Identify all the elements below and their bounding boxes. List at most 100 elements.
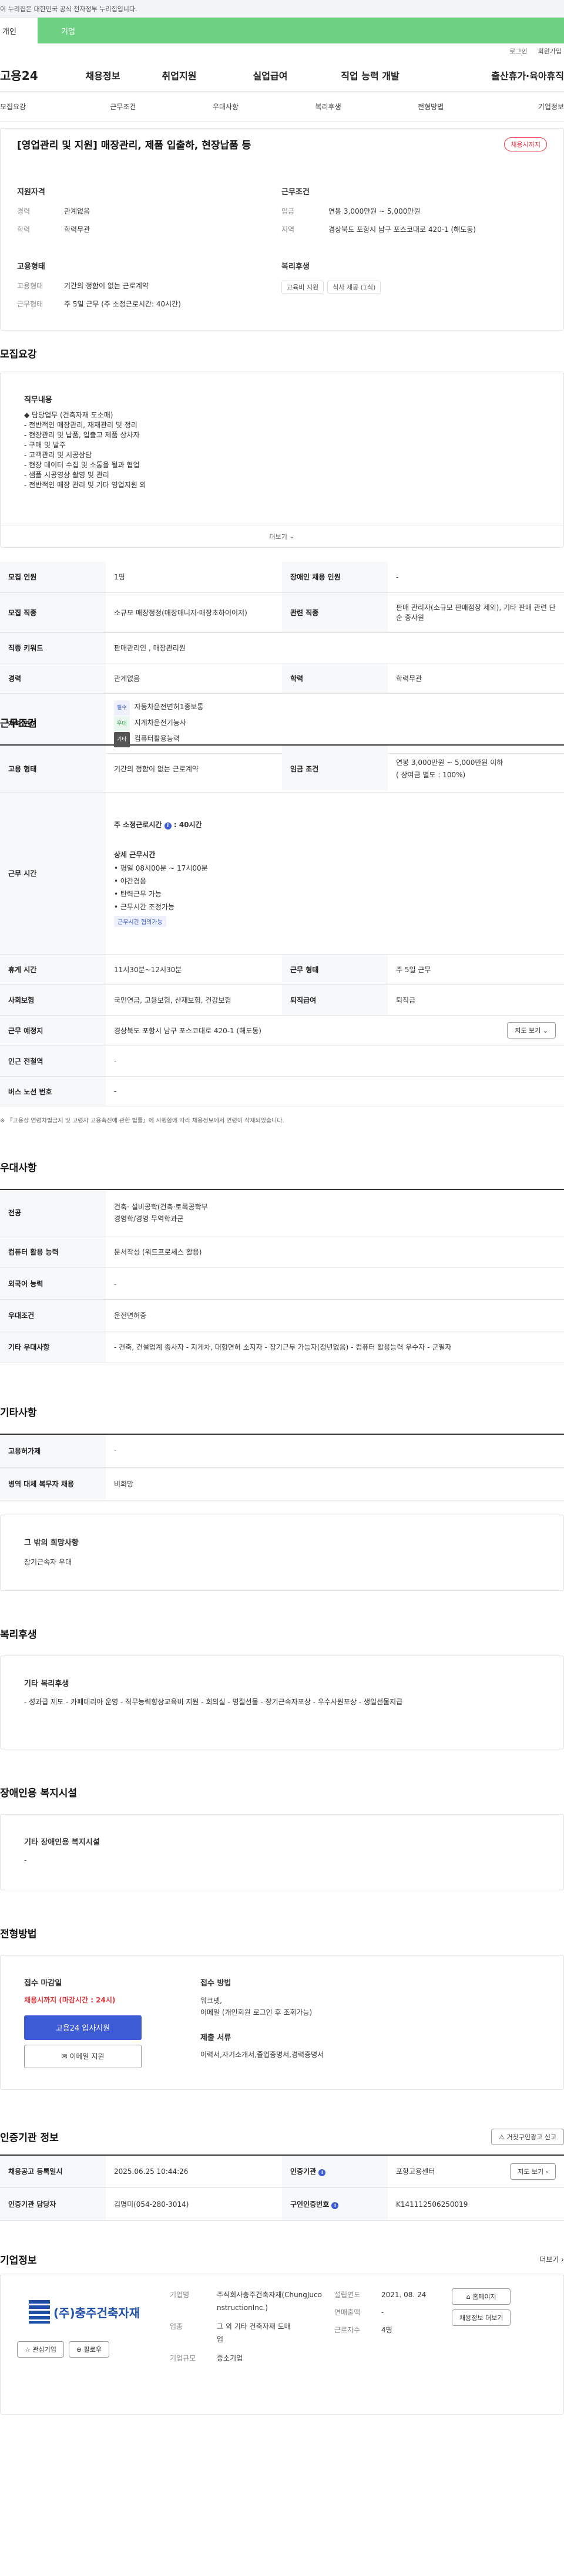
info-icon[interactable]: i — [331, 2202, 339, 2209]
td: 국민연금, 고용보험, 산재보험, 건강보험 — [106, 984, 282, 1016]
duty-line: ◆ 담당업무 (건축자재 도소매) — [24, 411, 113, 419]
est-label: 설립연도 — [334, 2291, 361, 2299]
td: 2025.06.25 10:44:26 — [106, 2154, 282, 2188]
welfare-title: 복리후생 — [281, 262, 310, 271]
detail-item: • 근무시간 조정가능 — [114, 902, 175, 911]
lnb-process[interactable]: 전형방법 — [380, 102, 482, 112]
fav-company-button[interactable]: ☆ 관심기업 — [17, 2341, 64, 2358]
gnb-employment-support[interactable]: 취업지원 — [135, 68, 223, 82]
cert-title: 인증기관 정보 — [0, 2132, 59, 2144]
apply-button[interactable]: 고용24 입사지원 — [24, 2015, 142, 2040]
duty-line: - 전반적인 매장 관리 및 기타 영업지원 외 — [24, 481, 146, 489]
detail-item: • 평일 08시00분 ~ 17시00분 — [114, 864, 208, 872]
detail-tag: 근무시간 협의가능 — [114, 915, 166, 927]
login-link[interactable]: 로그인 — [509, 46, 527, 56]
td: 학력무관 — [388, 663, 564, 694]
td: 비희망 — [106, 1467, 564, 1501]
company-more-label: 더보기 — [539, 2255, 559, 2264]
th: 임금 조건 — [282, 745, 388, 793]
map-button[interactable]: 지도 보기 ⌄ — [507, 1022, 556, 1039]
work-title: 근무조건 — [0, 718, 37, 730]
duty-title: 직무내용 — [24, 396, 52, 404]
proc-section: 전형방법 접수 마감일 채용시까지 (마감시간 : 24시) 고용24 입사지원… — [0, 1914, 564, 2090]
license-name: 자동차운전면허1종보통 — [134, 702, 204, 711]
company-sales: - — [381, 2308, 384, 2317]
status-badge: 채용시까지 — [504, 137, 547, 151]
td: 소규모 매장정정(매장매니저·매장초하어이저) — [106, 592, 282, 633]
license-name: 컴퓨터활용능력 — [134, 734, 180, 743]
wage-label: 임금 — [281, 207, 295, 215]
lnb-welfare[interactable]: 복리후생 — [277, 102, 380, 112]
td: 기간의 정함이 없는 근로계약 — [106, 745, 282, 793]
proc-title: 전형방법 — [0, 1928, 37, 1940]
company-more-link[interactable]: 더보기 › — [539, 2254, 564, 2264]
duty-line: - 전반적인 매장관리, 재재관리 및 정리 — [24, 421, 137, 429]
tab-personal[interactable]: 개인 — [0, 18, 38, 43]
th: 인증기관 i — [282, 2154, 388, 2188]
etc-title: 기타사항 — [0, 1407, 37, 1419]
apply-button-label: 고용24 입사지원 — [55, 2024, 110, 2033]
place-value: 경상북도 포항시 남구 포스코대로 420-1 (해도동) — [114, 1026, 261, 1035]
info-icon[interactable]: i — [318, 2169, 326, 2177]
lnb-recruit[interactable]: 모집요강 — [0, 102, 72, 112]
follow-button[interactable]: ⊕ 팔로우 — [68, 2341, 109, 2358]
hours-label: 근무형태 — [17, 300, 43, 308]
company-title: 기업정보 — [0, 2254, 37, 2267]
gnb-unemployment[interactable]: 실업급여 — [223, 68, 317, 82]
th: 관련 직종 — [282, 592, 388, 633]
size-label: 기업규모 — [170, 2354, 196, 2362]
cert-section: 인증기관 정보 ⚠ 거짓구인광고 신고 채용공고 등록일시 2025.06.25 … — [0, 2113, 564, 2221]
org-map-button[interactable]: 지도 보기 › — [510, 2163, 556, 2180]
signup-link[interactable]: 회원가입 — [538, 46, 562, 56]
pref-table: 전공 건축· 설비공학(건축·토목공학부 경영학/경영 무역학과군 컴퓨터 활용 … — [0, 1188, 564, 1363]
staff-label: 근로자수 — [334, 2326, 361, 2334]
td: K141112506250019 — [388, 2187, 564, 2221]
license-name: 지게차운전기능사 — [134, 718, 186, 727]
th: 모집 인원 — [0, 562, 106, 593]
gnb-training[interactable]: 직업 능력 개발 — [317, 68, 423, 82]
gnb-jobs[interactable]: 채용정보 — [70, 68, 135, 82]
cert-table: 채용공고 등록일시 2025.06.25 10:44:26 인증기관 i 포항고용센터… — [0, 2154, 564, 2221]
td: - — [388, 562, 564, 593]
career-value: 관계없음 — [64, 207, 90, 215]
company-size: 중소기업 — [217, 2354, 243, 2362]
lnb-preference[interactable]: 우대사항 — [174, 102, 277, 112]
star-icon: ☆ — [25, 2346, 31, 2354]
email-apply-button[interactable]: ✉ 이메일 지원 — [24, 2044, 142, 2068]
job-title: [영업관리 및 지원] 매장관리, 제품 입출하, 현장납품 등 — [17, 140, 251, 151]
duty-line: - 현장관리 및 납품, 입출고 제품 상차자 — [24, 431, 140, 439]
detail-item: • 야간겸음 — [114, 876, 147, 885]
logo[interactable]: 고용24 — [0, 66, 70, 83]
th: 직종 키워드 — [0, 632, 106, 663]
info-icon[interactable]: i — [164, 822, 172, 830]
cond-title: 근무조건 — [281, 188, 310, 197]
org-value: 포항고용센터 — [396, 2167, 435, 2176]
duty-more-button[interactable]: 더보기 ⌄ — [1, 525, 563, 547]
company-name: 주식회사충주건축자재(ChungJuconstructionInc.) — [217, 2291, 322, 2312]
report-button[interactable]: ⚠ 거짓구인광고 신고 — [491, 2128, 564, 2145]
th: 장애인 채용 인원 — [282, 562, 388, 593]
td: - 건축, 건설업계 종사자 - 지게차, 대형면허 소지자 - 장기근무 가능… — [106, 1331, 564, 1363]
duty-list: ◆ 담당업무 (건축자재 도소매) - 전반적인 매장관리, 재재관리 및 정리 -… — [24, 410, 540, 490]
wish-card: 그 밖의 희망사항 장기근속자 우대 — [0, 1514, 564, 1591]
detail-title: 상세 근무시간 — [114, 850, 156, 859]
duty-card: 직무내용 ◆ 담당업무 (건축자재 도소매) - 전반적인 매장관리, 재재관리 … — [0, 372, 564, 548]
follow-label: 팔로우 — [83, 2346, 102, 2354]
emp-value: 기간의 정함이 없는 근로계약 — [64, 282, 149, 290]
user-type-tabs: 개인 기업 — [0, 18, 564, 43]
wage-value: 연봉 3,000만원 ~ 5,000만원 — [328, 207, 421, 215]
utility-menu: 로그인 회원가입 — [0, 43, 564, 59]
duty-line: - 현장 데이터 수집 및 소통을 될과 협업 — [24, 461, 140, 469]
qual-title: 지원자격 — [17, 188, 45, 197]
th: 외국어 능력 — [0, 1267, 106, 1300]
lnb-company[interactable]: 기업정보 — [482, 102, 564, 112]
gnb-leave[interactable]: 출산휴가·육아휴직 — [423, 68, 564, 82]
tab-company[interactable]: 기업 — [38, 18, 564, 43]
lnb-conditions[interactable]: 근무조건 — [72, 102, 174, 112]
td: 연봉 3,000만원 ~ 5,000만원 이하 ( 상여금 별도 : 100%) — [388, 745, 564, 793]
company-jobs-button[interactable]: 채용정보 더보기 — [452, 2309, 511, 2326]
career-label: 경력 — [17, 207, 31, 215]
homepage-button[interactable]: ⌂ 홈페이지 — [452, 2288, 511, 2305]
time-hours: 40시간 — [179, 820, 202, 829]
org-label: 인증기관 — [290, 2167, 317, 2176]
